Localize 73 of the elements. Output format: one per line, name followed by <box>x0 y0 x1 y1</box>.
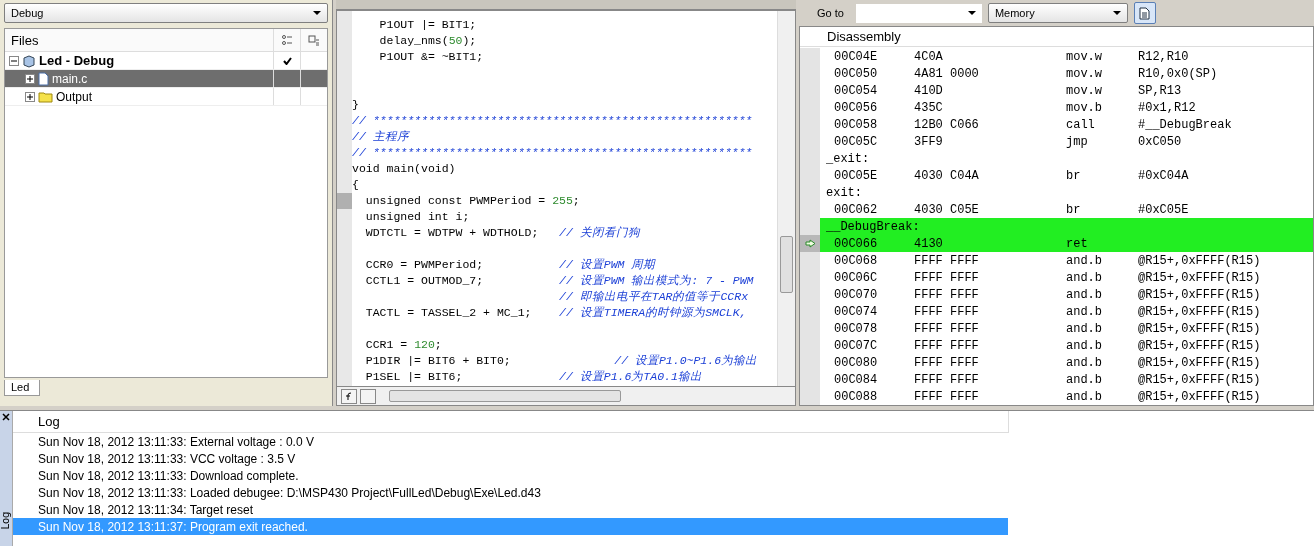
disassembly-label: _exit: <box>800 150 1313 167</box>
disassembly-label: __DebugBreak: <box>800 218 1313 235</box>
disassembly-row: 00C062 4030 C05E br #0xC05E <box>800 201 1313 218</box>
code-line: // 即输出电平在TAR的值等于CCRx <box>558 289 750 305</box>
disassembly-row: 00C088 FFFF FFFF and.b @R15+,0xFFFF(R15) <box>800 388 1313 405</box>
goto-field[interactable] <box>855 3 982 23</box>
tree-item-label: Led - Debug <box>39 53 115 68</box>
disassembly-row: 00C058 12B0 C066 call #__DebugBreak <box>800 116 1313 133</box>
disassembly-row: 00C05C 3FF9 jmp 0xC050 <box>800 133 1313 150</box>
expand-icon[interactable] <box>25 73 35 84</box>
code-line: // ******************************************************* <box>352 113 754 129</box>
log-entry[interactable]: Sun Nov 18, 2012 13:11:34: Target reset <box>13 501 1008 518</box>
disassembly-row: 00C080 FFFF FFFF and.b @R15+,0xFFFF(R15) <box>800 354 1313 371</box>
panel-title: Disassembly <box>800 27 1313 47</box>
disassembly-row: 00C054 410D mov.w SP,R13 <box>800 82 1313 99</box>
tree-item[interactable]: Output <box>5 88 327 106</box>
code-line: P1OUT &= ~BIT1; <box>378 49 485 65</box>
disassembly-row: 00C066 4130 ret <box>800 235 1313 252</box>
folder-icon <box>38 90 53 103</box>
disassembly-row: 00C068 FFFF FFFF and.b @R15+,0xFFFF(R15) <box>800 252 1313 269</box>
tree-item[interactable]: main.c <box>5 70 327 88</box>
code-line: TACTL = TASSEL_2 + MC_1; // 设置TIMERA的时钟源为SMCLK, <box>364 305 748 321</box>
column-header: Files <box>10 32 40 48</box>
disassembly-row: 00C07C FFFF FFFF and.b @R15+,0xFFFF(R15) <box>800 337 1313 354</box>
binary-icon[interactable] <box>308 34 320 46</box>
code-line: // 主程序 <box>352 129 411 145</box>
code-line: unsigned int i; <box>364 209 471 225</box>
log-entry[interactable]: Sun Nov 18, 2012 13:11:33: Download complete. <box>13 467 1008 484</box>
code-line: P1OUT |= BIT1; <box>378 17 478 33</box>
code-line: P1DIR |= BIT6 + BIT0; // 设置P1.0~P1.6为输出 <box>364 353 759 369</box>
code-line: void main(void) <box>352 161 457 177</box>
code-line: P1SEL |= BIT6; // 设置P1.6为TA0.1输出 <box>364 369 703 385</box>
function-button[interactable] <box>341 388 357 404</box>
disassembly-row: 00C070 FFFF FFFF and.b @R15+,0xFFFF(R15) <box>800 286 1313 303</box>
memory-dropdown[interactable]: Memory <box>987 3 1128 23</box>
disassembly-label: exit: <box>800 184 1313 201</box>
tree-item[interactable]: Led - Debug <box>5 52 327 70</box>
expand-icon[interactable] <box>25 91 35 102</box>
file-icon <box>38 71 49 86</box>
code-line: CCR0 = PWMPeriod; // 设置PWM 周期 <box>364 257 657 273</box>
close-icon[interactable] <box>2 413 10 421</box>
vertical-scrollbar[interactable] <box>777 11 795 386</box>
disassembly-row: 00C074 FFFF FFFF and.b @R15+,0xFFFF(R15) <box>800 303 1313 320</box>
tree-item-label: Output <box>56 89 93 104</box>
code-line: CCTL1 = OUTMOD_7; // 设置PWM 输出模式为: 7 - PWM <box>364 273 755 289</box>
disassembly-row: 00C078 FFFF FFFF and.b @R15+,0xFFFF(R15) <box>800 320 1313 337</box>
log-entry[interactable]: Sun Nov 18, 2012 13:11:33: Loaded debugee: D:\MSP430 Project\FullLed\Debug\Exe\Led.d43 <box>13 484 1008 501</box>
function-icon <box>344 391 354 401</box>
collapse-icon[interactable] <box>9 55 19 66</box>
tree-item-label: main.c <box>52 71 88 86</box>
disassembly-row: 00C056 435C mov.b #0x1,R12 <box>800 99 1313 116</box>
code-line: WDTCTL = WDTPW + WDTHOLD; // 关闭看门狗 <box>364 225 642 241</box>
disassembly-row: 00C06C FFFF FFFF and.b @R15+,0xFFFF(R15) <box>800 269 1313 286</box>
side-tab[interactable]: Log <box>0 511 12 530</box>
log-entry[interactable]: Sun Nov 18, 2012 13:11:33: VCC voltage : 3.5 V <box>13 450 1008 467</box>
configuration-dropdown[interactable]: Debug <box>4 3 328 23</box>
log-entry[interactable]: Sun Nov 18, 2012 13:11:33: External voltage : 0.0 V <box>13 433 1008 450</box>
workspace-tab[interactable]: Led <box>4 380 41 396</box>
goto-label: Go to <box>817 7 844 19</box>
code-line: } <box>352 97 360 113</box>
disassembly-row: 00C084 FFFF FFFF and.b @R15+,0xFFFF(R15) <box>800 371 1313 388</box>
disassembly-row: 00C05E 4030 C04A br #0xC04A <box>800 167 1313 184</box>
cube-icon <box>22 53 36 68</box>
disassembly-row: 00C050 4A81 0000 mov.w R10,0x0(SP) <box>800 65 1313 82</box>
code-line: { <box>352 177 360 193</box>
column-header: Log <box>13 411 1009 433</box>
disassembly-row: 00C04E 4C0A mov.w R12,R10 <box>800 48 1313 65</box>
code-line: // ******************************************************* <box>352 145 754 161</box>
code-line: unsigned const PWMPeriod = 255; <box>364 193 581 209</box>
code-line: delay_nms(50); <box>378 33 478 49</box>
code-line: CCR1 = 120; <box>364 337 443 353</box>
options-icon[interactable] <box>281 35 293 45</box>
document-icon[interactable] <box>1133 2 1156 24</box>
